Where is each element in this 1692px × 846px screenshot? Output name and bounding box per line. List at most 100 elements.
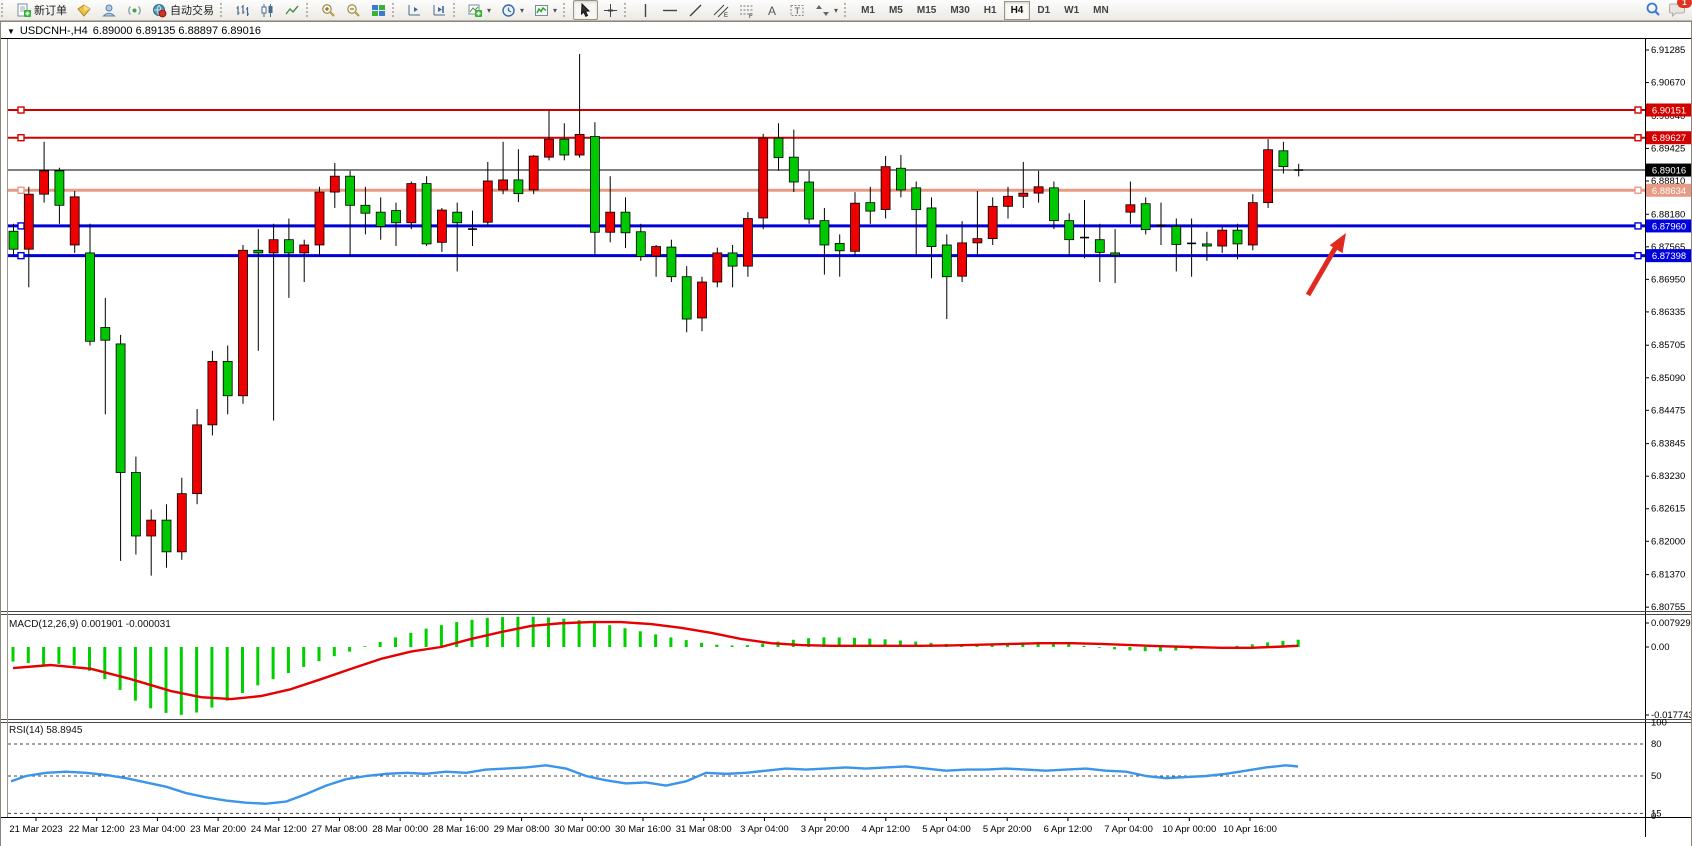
fibonacci-icon: F bbox=[739, 3, 755, 18]
period-button[interactable]: ▾ bbox=[496, 0, 529, 20]
vertical-line-tool-button[interactable] bbox=[634, 0, 657, 20]
timeframe-h1-button[interactable]: H1 bbox=[977, 1, 1004, 20]
timeframe-h4-button[interactable]: H4 bbox=[1004, 1, 1031, 20]
line-handle[interactable] bbox=[18, 223, 24, 229]
macd-indicator-label: MACD(12,26,9) 0.001901 -0.000031 bbox=[9, 619, 171, 630]
group-handle bbox=[220, 3, 229, 17]
svg-text:6.85090: 6.85090 bbox=[1651, 373, 1685, 384]
group-handle bbox=[453, 3, 462, 17]
auto-trading-icon bbox=[152, 3, 167, 18]
line-handle[interactable] bbox=[1635, 253, 1641, 259]
tile-windows-button[interactable] bbox=[366, 0, 391, 20]
rsi-panel[interactable]: 1008050150 bbox=[8, 718, 1667, 822]
new-order-button[interactable]: 新订单 bbox=[11, 0, 72, 20]
new-chart-button[interactable]: ▾ bbox=[463, 0, 496, 20]
notification-badge: 1 bbox=[1677, 0, 1692, 8]
macd-signal-line bbox=[13, 622, 1298, 699]
chat-bubble-icon bbox=[1669, 8, 1686, 20]
indicators-button[interactable]: ▾ bbox=[529, 0, 562, 20]
zoom-out-icon bbox=[346, 3, 361, 18]
chart-window: ▼ USDCNH-,H4 6.89000 6.89135 6.88897 6.8… bbox=[0, 21, 1692, 846]
bar-chart-mode-button[interactable] bbox=[230, 0, 255, 20]
new-chart-icon bbox=[468, 3, 483, 18]
accounts-icon bbox=[102, 3, 117, 18]
svg-text:23 Mar 04:00: 23 Mar 04:00 bbox=[129, 824, 185, 835]
macd-panel[interactable]: 0.0079290.00-0.017743 bbox=[13, 617, 1691, 721]
price-axis[interactable]: 6.912856.906706.900406.894256.888106.881… bbox=[1645, 45, 1685, 613]
trendline-tool-button[interactable] bbox=[683, 0, 708, 20]
auto-trading-button[interactable]: 自动交易 bbox=[147, 0, 219, 20]
zoom-out-button[interactable] bbox=[341, 0, 366, 20]
svg-text:5 Apr 20:00: 5 Apr 20:00 bbox=[983, 824, 1032, 835]
svg-text:6.81370: 6.81370 bbox=[1651, 570, 1685, 581]
dropdown-caret: ▾ bbox=[520, 6, 524, 15]
text-label-tool-button[interactable]: T bbox=[784, 0, 810, 20]
chart-shift-button[interactable] bbox=[427, 0, 452, 20]
svg-text:29 Mar 08:00: 29 Mar 08:00 bbox=[494, 824, 550, 835]
line-handle[interactable] bbox=[18, 187, 24, 193]
line-handle[interactable] bbox=[1635, 187, 1641, 193]
svg-text:A: A bbox=[768, 4, 776, 18]
timeframe-mn-button[interactable]: MN bbox=[1086, 1, 1116, 20]
signals-button[interactable] bbox=[122, 0, 147, 20]
crosshair-tool-button[interactable] bbox=[598, 0, 623, 20]
timeframe-m15-button[interactable]: M15 bbox=[910, 1, 943, 20]
channel-tool-button[interactable]: E bbox=[708, 0, 734, 20]
svg-text:6.90151: 6.90151 bbox=[1652, 106, 1686, 117]
annotation-arrow[interactable] bbox=[1308, 233, 1346, 295]
timeframe-w1-button[interactable]: W1 bbox=[1057, 1, 1086, 20]
svg-text:6.82000: 6.82000 bbox=[1651, 536, 1685, 547]
trendline-icon bbox=[688, 3, 703, 18]
line-handle[interactable] bbox=[18, 107, 24, 113]
svg-text:28 Mar 00:00: 28 Mar 00:00 bbox=[372, 824, 428, 835]
line-handle[interactable] bbox=[18, 135, 24, 141]
line-chart-mode-button[interactable] bbox=[280, 0, 305, 20]
new-order-label: 新订单 bbox=[34, 2, 67, 18]
svg-text:6.85705: 6.85705 bbox=[1651, 340, 1685, 351]
vertical-line-icon bbox=[639, 3, 652, 18]
deposit-button[interactable] bbox=[72, 0, 97, 20]
toolbar-drag-handle bbox=[1, 3, 10, 17]
svg-text:6.80755: 6.80755 bbox=[1651, 602, 1685, 613]
autoscroll-icon bbox=[407, 3, 422, 18]
accounts-button[interactable] bbox=[97, 0, 122, 20]
svg-text:6.88634: 6.88634 bbox=[1652, 186, 1686, 197]
candlestick-chart[interactable]: 6.912856.906706.900406.894256.888106.881… bbox=[1, 22, 1691, 846]
cursor-tool-button[interactable] bbox=[573, 0, 598, 20]
svg-text:6.86335: 6.86335 bbox=[1651, 307, 1685, 318]
chart-shift-icon bbox=[432, 3, 447, 18]
collapse-triangle-icon[interactable]: ▼ bbox=[7, 27, 15, 36]
svg-text:100: 100 bbox=[1651, 718, 1667, 729]
rsi-line bbox=[11, 765, 1298, 803]
candle-chart-mode-button[interactable] bbox=[255, 0, 280, 20]
svg-text:6 Apr 12:00: 6 Apr 12:00 bbox=[1044, 824, 1093, 835]
arrows-tool-button[interactable]: ▾ bbox=[810, 0, 843, 20]
timeframe-m5-button[interactable]: M5 bbox=[882, 1, 910, 20]
svg-text:0.007929: 0.007929 bbox=[1651, 618, 1691, 629]
horizontal-line-tool-button[interactable] bbox=[657, 0, 683, 20]
fibonacci-tool-button[interactable]: F bbox=[734, 0, 760, 20]
auto-scroll-button[interactable] bbox=[402, 0, 427, 20]
candles[interactable] bbox=[9, 54, 1303, 576]
text-tool-button[interactable]: A bbox=[760, 0, 784, 20]
line-handle[interactable] bbox=[1635, 135, 1641, 141]
search-icon[interactable] bbox=[1645, 1, 1661, 20]
line-handle[interactable] bbox=[1635, 223, 1641, 229]
svg-text:22 Mar 12:00: 22 Mar 12:00 bbox=[69, 824, 125, 835]
text-icon: A bbox=[765, 3, 779, 18]
line-handle[interactable] bbox=[18, 253, 24, 259]
timeframe-d1-button[interactable]: D1 bbox=[1030, 1, 1057, 20]
line-handle[interactable] bbox=[1635, 107, 1641, 113]
svg-text:31 Mar 08:00: 31 Mar 08:00 bbox=[676, 824, 732, 835]
time-axis[interactable]: 21 Mar 202322 Mar 12:0023 Mar 04:0023 Ma… bbox=[9, 817, 1277, 835]
timeframe-m30-button[interactable]: M30 bbox=[943, 1, 976, 20]
svg-text:E: E bbox=[724, 13, 728, 18]
notifications-button[interactable]: 1 bbox=[1669, 1, 1686, 20]
svg-text:30 Mar 00:00: 30 Mar 00:00 bbox=[554, 824, 610, 835]
zoom-in-button[interactable] bbox=[316, 0, 341, 20]
svg-text:30 Mar 16:00: 30 Mar 16:00 bbox=[615, 824, 671, 835]
timeframe-m1-button[interactable]: M1 bbox=[854, 1, 882, 20]
bar-chart-icon bbox=[235, 3, 250, 18]
horizontal-level-lines[interactable]: 6.901516.896276.890166.886346.879606.873… bbox=[8, 104, 1691, 263]
crosshair-icon bbox=[603, 3, 618, 18]
